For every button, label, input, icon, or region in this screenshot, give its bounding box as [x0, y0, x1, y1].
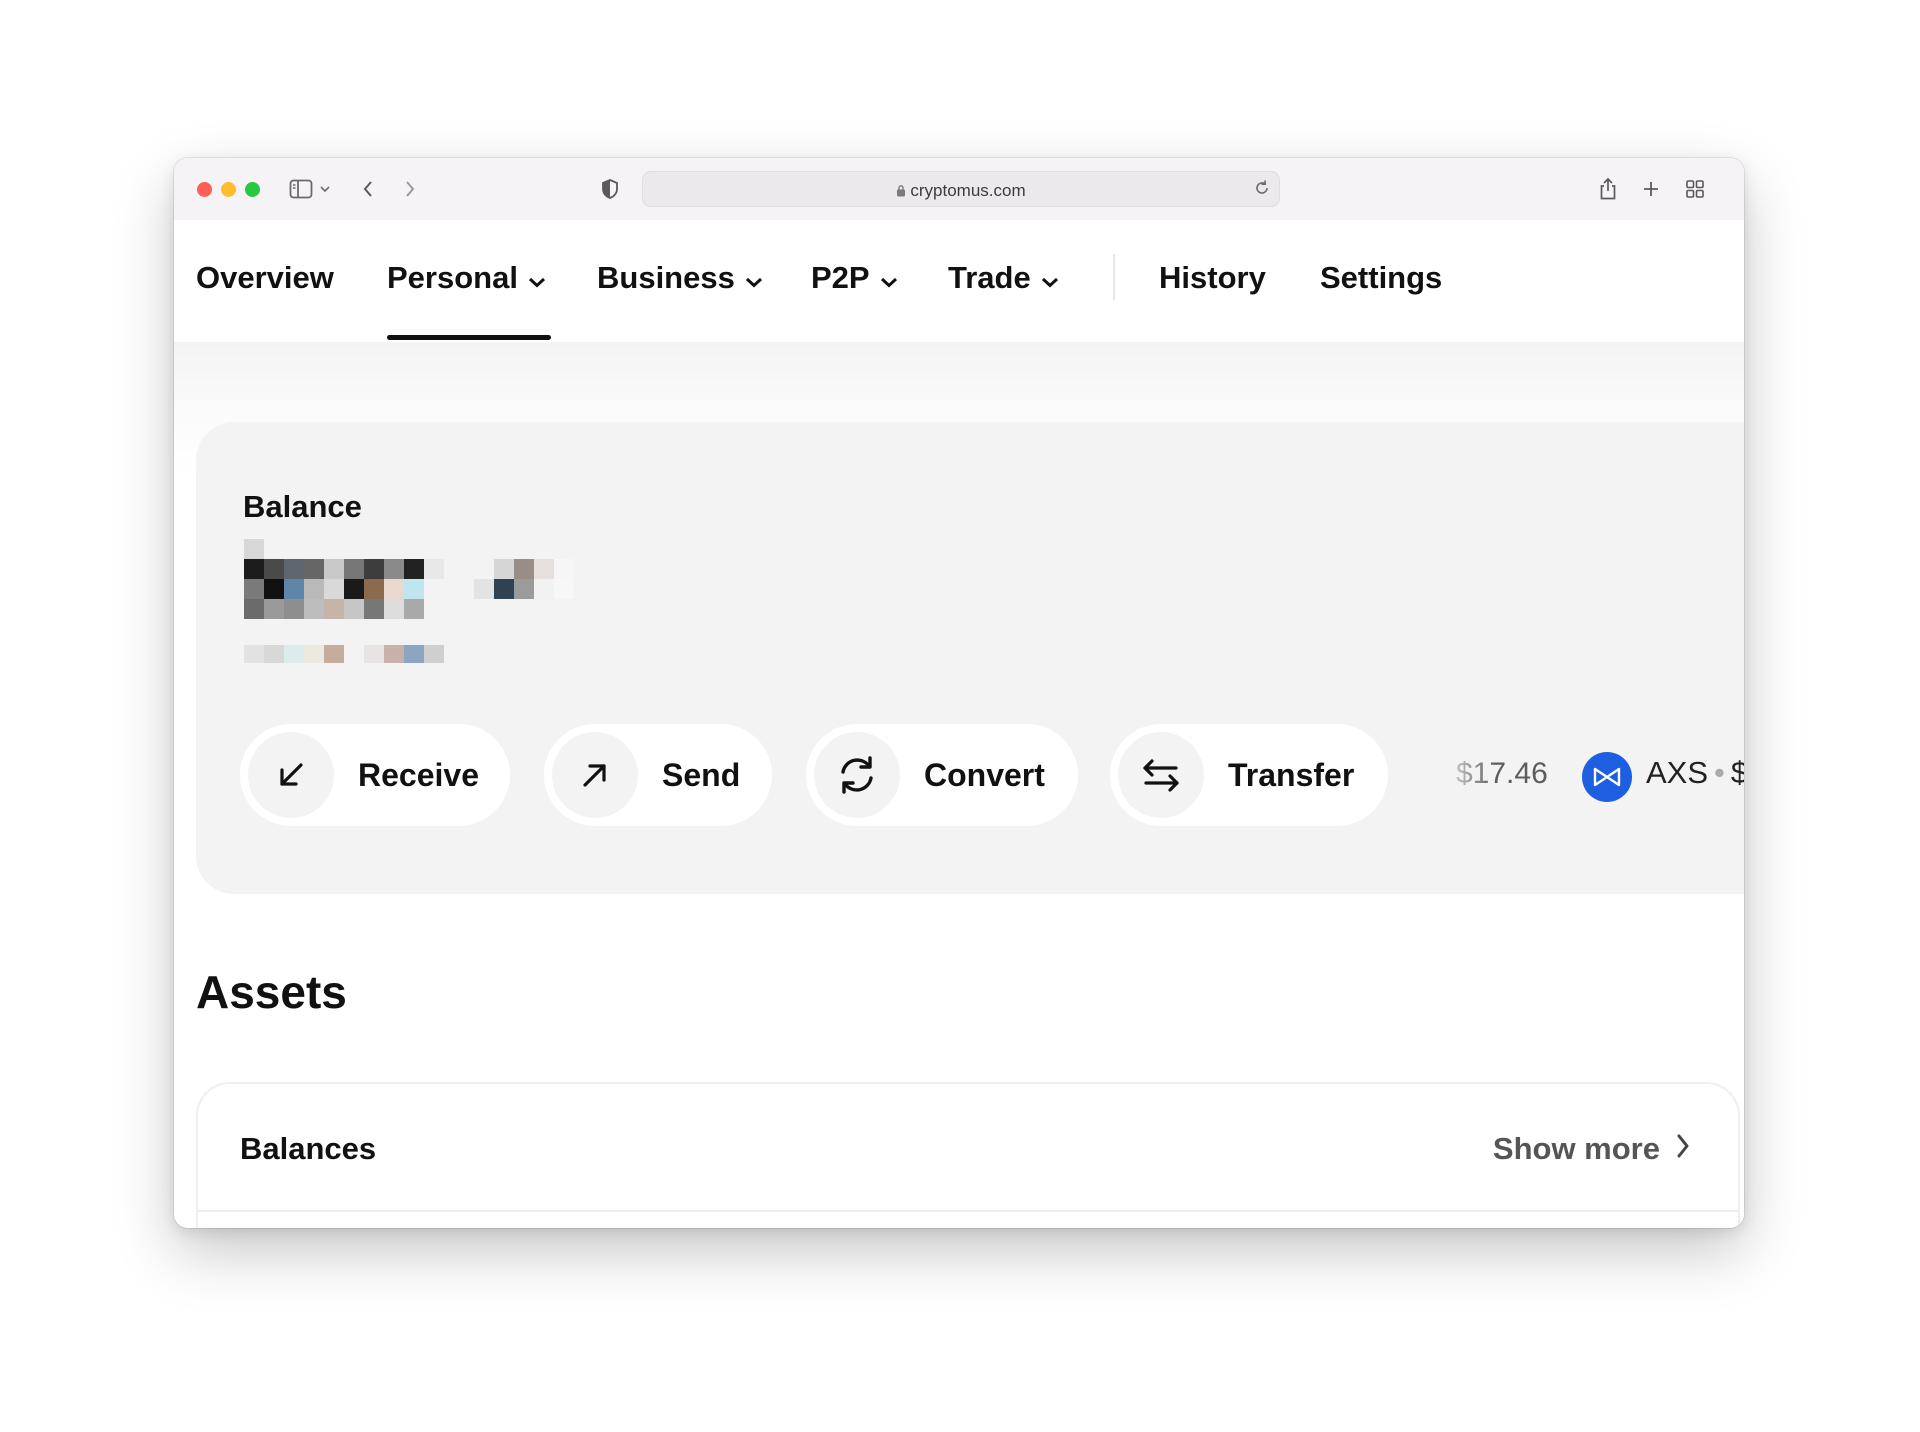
zoom-window-button[interactable] [245, 182, 260, 197]
nav-label: Settings [1320, 260, 1443, 295]
chevron-down-icon [1041, 260, 1059, 296]
ticker-symbol: AXS [1646, 755, 1709, 790]
browser-toolbar: cryptomus.com [174, 158, 1744, 221]
nav-trade[interactable]: Trade [948, 260, 1059, 296]
ticker-next-price: $2 [1730, 755, 1744, 790]
arrow-up-right-icon [552, 732, 638, 818]
chevron-down-icon [880, 260, 898, 296]
chevron-right-icon [1676, 1131, 1690, 1167]
convert-button[interactable]: Convert [806, 724, 1078, 826]
transfer-label: Transfer [1228, 756, 1355, 793]
sidebar-icon[interactable] [288, 174, 314, 204]
assets-heading: Assets [196, 966, 347, 1018]
back-icon[interactable] [358, 174, 378, 204]
convert-label: Convert [924, 756, 1045, 793]
axs-logo-icon [1582, 752, 1632, 802]
balance-amount-obscured [244, 539, 574, 663]
nav-label: Overview [196, 260, 334, 295]
active-tab-indicator [387, 335, 551, 340]
chevron-down-icon [745, 260, 763, 296]
transfer-button[interactable]: Transfer [1110, 724, 1388, 826]
show-more-link[interactable]: Show more [1493, 1131, 1690, 1167]
main-content: Balance Receive Send Convert Transfer $1… [174, 342, 1744, 1228]
receive-button[interactable]: Receive [240, 724, 510, 826]
minimize-window-button[interactable] [221, 182, 236, 197]
chevron-down-icon[interactable] [318, 174, 332, 204]
swap-arrows-icon [1118, 732, 1204, 818]
browser-window: cryptomus.com Overview Personal Business [174, 158, 1744, 1228]
shield-icon[interactable] [599, 174, 621, 204]
nav-history[interactable]: History [1159, 260, 1266, 296]
nav-p2p[interactable]: P2P [811, 260, 898, 296]
nav-label: History [1159, 260, 1266, 295]
receive-label: Receive [358, 756, 479, 793]
nav-divider [1113, 254, 1115, 300]
ticker-asset[interactable]: AXS•$2 [1646, 755, 1744, 791]
close-window-button[interactable] [197, 182, 212, 197]
show-more-label: Show more [1492, 1131, 1660, 1166]
address-bar[interactable]: cryptomus.com [642, 171, 1280, 207]
send-button[interactable]: Send [544, 724, 772, 826]
share-icon[interactable] [1597, 174, 1619, 204]
balance-card: Balance Receive Send Convert Transfer $1… [196, 422, 1744, 894]
forward-icon[interactable] [400, 174, 420, 204]
nav-overview[interactable]: Overview [196, 260, 334, 296]
ticker-fade [1436, 742, 1496, 812]
refresh-icon [814, 732, 900, 818]
main-nav: Overview Personal Business P2P Trade His… [174, 220, 1744, 342]
balances-title: Balances [240, 1131, 377, 1166]
reload-icon[interactable] [1253, 179, 1271, 202]
balances-divider [198, 1210, 1738, 1212]
send-label: Send [662, 756, 741, 793]
balance-title: Balance [243, 489, 362, 524]
arrow-down-left-icon [248, 732, 334, 818]
balances-card: Balances Show more [196, 1082, 1740, 1228]
nav-label: P2P [811, 260, 870, 295]
lock-icon [896, 182, 906, 202]
nav-label: Business [597, 260, 735, 295]
tab-overview-icon[interactable] [1684, 174, 1706, 204]
nav-business[interactable]: Business [597, 260, 763, 296]
chevron-down-icon [528, 260, 546, 296]
nav-settings[interactable]: Settings [1320, 260, 1442, 296]
nav-personal[interactable]: Personal [387, 260, 546, 296]
ticker-separator: • [1714, 755, 1725, 790]
nav-label: Personal [387, 260, 518, 295]
new-tab-icon[interactable] [1640, 174, 1662, 204]
url-text: cryptomus.com [643, 181, 1279, 202]
nav-label: Trade [948, 260, 1031, 295]
